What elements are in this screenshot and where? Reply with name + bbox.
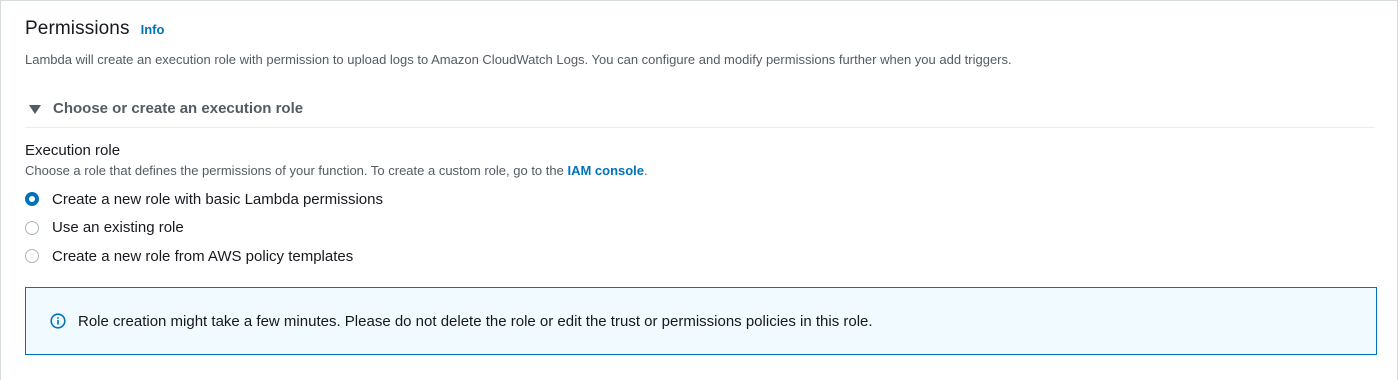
section-header: Permissions Info xyxy=(25,18,164,40)
description-suffix: . xyxy=(644,163,648,178)
info-circle-icon xyxy=(50,313,66,329)
execution-role-expander[interactable]: Choose or create an execution role xyxy=(29,100,303,117)
execution-role-label: Execution role xyxy=(25,142,121,159)
caret-down-icon xyxy=(29,104,41,114)
expander-label: Choose or create an execution role xyxy=(53,100,304,117)
radio-option-existing-role[interactable]: Use an existing role xyxy=(25,214,383,243)
alert-text: Role creation might take a few minutes. … xyxy=(78,312,873,330)
radio-button-checked[interactable] xyxy=(25,192,39,207)
description-prefix: Choose a role that defines the permissio… xyxy=(25,163,568,178)
execution-role-description: Choose a role that defines the permissio… xyxy=(25,163,648,178)
divider xyxy=(25,127,1375,128)
radio-button[interactable] xyxy=(25,220,39,235)
radio-option-policy-templates[interactable]: Create a new role from AWS policy templa… xyxy=(25,242,383,271)
section-title: Permissions xyxy=(25,18,130,39)
radio-button[interactable] xyxy=(25,249,39,264)
iam-console-link[interactable]: IAM console xyxy=(567,163,644,178)
execution-role-radio-group: Create a new role with basic Lambda perm… xyxy=(25,185,383,271)
radio-option-new-basic-role[interactable]: Create a new role with basic Lambda perm… xyxy=(25,185,383,214)
info-link[interactable]: Info xyxy=(141,22,165,37)
radio-label: Create a new role with basic Lambda perm… xyxy=(52,190,383,208)
permissions-panel: Permissions Info Lambda will create an e… xyxy=(0,0,1398,380)
section-description: Lambda will create an execution role wit… xyxy=(25,52,1012,67)
info-alert: Role creation might take a few minutes. … xyxy=(25,287,1377,355)
radio-label: Use an existing role xyxy=(52,219,184,237)
radio-label: Create a new role from AWS policy templa… xyxy=(52,247,354,265)
